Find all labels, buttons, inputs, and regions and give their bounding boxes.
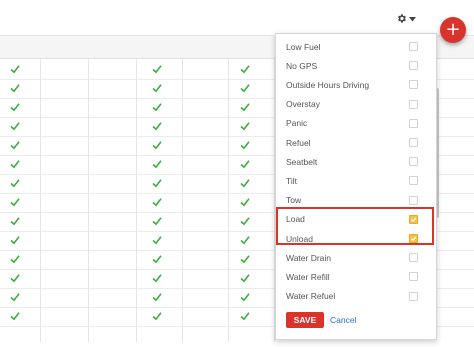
check-icon [10, 235, 20, 245]
checkbox[interactable] [409, 118, 418, 128]
check-icon [152, 235, 162, 245]
add-button[interactable]: + [440, 17, 466, 43]
check-icon [152, 83, 162, 93]
dropdown-item-label: Water Refuel [286, 291, 336, 302]
dropdown-item-label: Water Drain [286, 252, 332, 263]
check-icon [10, 64, 20, 74]
check-icon [10, 311, 20, 321]
check-icon [240, 64, 250, 74]
column-divider [40, 59, 41, 342]
dropdown-item-label: Low Fuel [286, 41, 321, 52]
dropdown-item[interactable]: Tilt [276, 171, 436, 190]
column-divider [88, 59, 89, 342]
check-icon [10, 216, 20, 226]
check-icon [152, 273, 162, 283]
check-icon [152, 64, 162, 74]
dropdown-item[interactable]: Panic [276, 114, 436, 133]
checkbox[interactable] [409, 80, 418, 90]
dropdown-item-label: Seatbelt [286, 156, 318, 167]
check-icon [10, 159, 20, 169]
checkbox[interactable] [409, 214, 418, 224]
checkbox[interactable] [409, 291, 418, 301]
checkbox[interactable] [409, 42, 418, 51]
checkbox[interactable] [409, 61, 418, 71]
check-icon [152, 292, 162, 302]
dropdown-item-label: Panic [286, 118, 308, 129]
check-icon [10, 121, 20, 131]
check-icon [152, 102, 162, 112]
check-icon [240, 159, 250, 169]
checkbox[interactable] [409, 195, 418, 205]
check-icon [240, 311, 250, 321]
dropdown-item-label: Refuel [286, 137, 311, 148]
check-icon [152, 178, 162, 188]
check-icon [10, 178, 20, 188]
dropdown-item-label: Tow [286, 195, 302, 206]
column-divider [136, 59, 137, 342]
checkbox[interactable] [409, 157, 418, 167]
checkbox[interactable] [409, 253, 418, 263]
check-icon [152, 254, 162, 264]
dropdown-item[interactable]: Low Fuel [276, 37, 436, 56]
dropdown-item-label: Load [286, 214, 305, 225]
check-icon [240, 292, 250, 302]
gear-icon[interactable] [396, 13, 407, 26]
check-icon [10, 273, 20, 283]
column-filter-dropdown: SAVE Cancel Low Fuel No GPS Outside Hours … [275, 33, 437, 340]
dropdown-item-label: Unload [286, 233, 313, 244]
checkbox[interactable] [409, 138, 418, 147]
check-icon [240, 140, 250, 150]
check-icon [10, 140, 20, 150]
settings-menu-toggle[interactable] [396, 12, 418, 26]
dropdown-item-label: Overstay [286, 99, 321, 110]
check-icon [240, 273, 250, 283]
check-icon [240, 254, 250, 264]
check-icon [10, 254, 20, 264]
check-icon [152, 159, 162, 169]
top-toolbar [0, 0, 474, 34]
cancel-link[interactable]: Cancel [330, 315, 356, 325]
column-divider [182, 59, 183, 342]
dropdown-item[interactable]: No GPS [276, 56, 436, 75]
dropdown-item[interactable]: Water Refuel [276, 287, 436, 306]
check-icon [152, 121, 162, 131]
check-icon [240, 102, 250, 112]
checkbox[interactable] [409, 99, 418, 109]
check-icon [240, 83, 250, 93]
save-button[interactable]: SAVE [286, 312, 324, 328]
check-icon [152, 140, 162, 150]
check-icon [240, 197, 250, 207]
check-icon [10, 197, 20, 207]
check-icon [240, 121, 250, 131]
dropdown-item-label: Outside Hours Driving [286, 79, 370, 90]
dropdown-item[interactable]: Water Drain [276, 248, 436, 267]
checkbox[interactable] [409, 272, 418, 282]
dropdown-item[interactable]: Load [276, 210, 436, 229]
dropdown-item-label: No GPS [286, 60, 318, 71]
caret-down-icon [409, 14, 416, 24]
dropdown-item[interactable]: Tow [276, 191, 436, 210]
check-icon [152, 216, 162, 226]
dropdown-item-label: Tilt [286, 175, 298, 186]
dropdown-item[interactable]: Refuel [276, 133, 436, 152]
check-icon [10, 292, 20, 302]
checkbox[interactable] [409, 234, 418, 243]
check-icon [10, 83, 20, 93]
check-icon [152, 197, 162, 207]
check-icon [10, 102, 20, 112]
dropdown-item[interactable]: Outside Hours Driving [276, 75, 436, 94]
check-icon [152, 311, 162, 321]
check-icon [240, 178, 250, 188]
dropdown-item[interactable]: Unload [276, 229, 436, 248]
check-icon [240, 216, 250, 226]
check-icon [240, 235, 250, 245]
checkbox[interactable] [409, 176, 418, 186]
column-divider [228, 59, 229, 342]
dropdown-item[interactable]: Overstay [276, 95, 436, 114]
dropdown-item-label: Water Refill [286, 271, 330, 282]
dropdown-item[interactable]: Seatbelt [276, 152, 436, 171]
dropdown-item[interactable]: Water Refill [276, 267, 436, 286]
